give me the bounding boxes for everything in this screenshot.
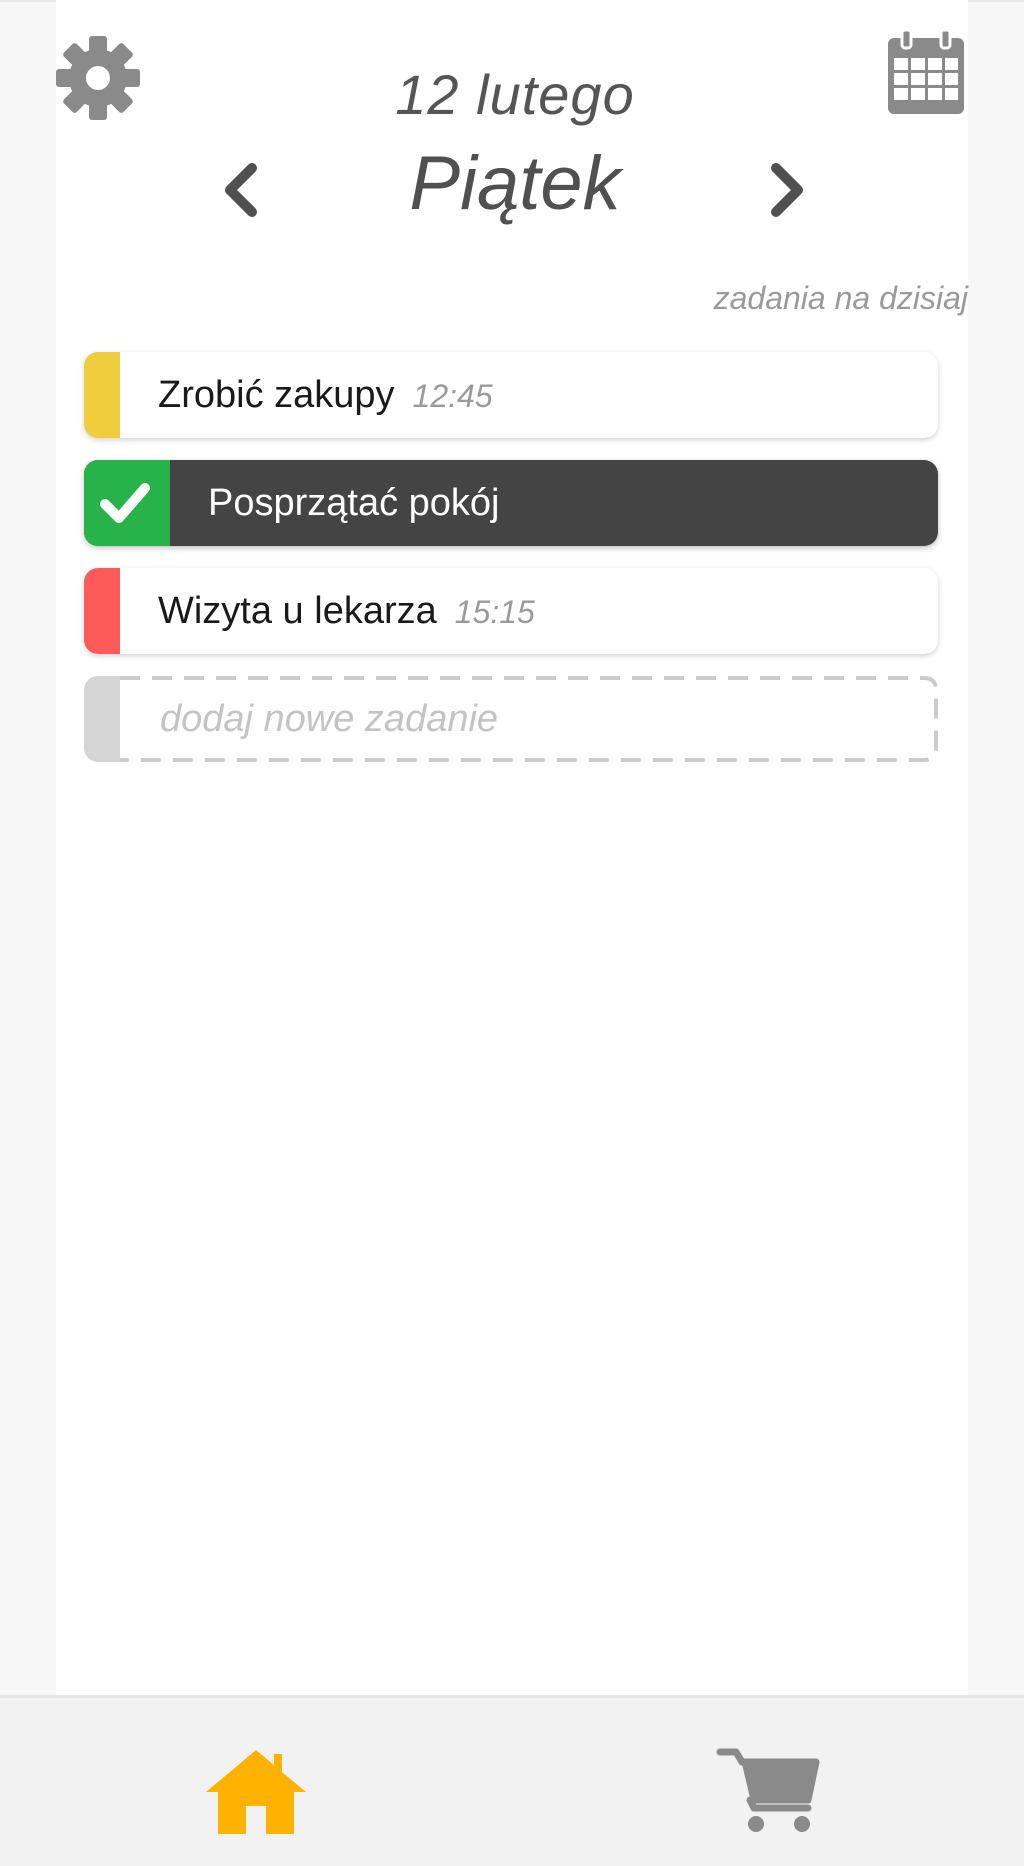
- task-title: Posprzątać pokój: [208, 482, 500, 524]
- task-item[interactable]: Zrobić zakupy 12:45: [84, 352, 938, 438]
- task-title: Wizyta u lekarza: [158, 590, 437, 632]
- add-task-button[interactable]: dodaj nowe zadanie: [84, 676, 938, 762]
- task-time: 12:45: [412, 378, 493, 414]
- task-title-row: Posprzątać pokój: [208, 482, 500, 525]
- gear-icon: [56, 36, 140, 120]
- task-color-stripe: [84, 568, 120, 654]
- home-tab[interactable]: [202, 1746, 310, 1836]
- task-done-stripe: [84, 460, 170, 546]
- bottom-navigation: [0, 1695, 1024, 1866]
- cart-icon: [716, 1748, 820, 1832]
- task-title-row: Zrobić zakupy 12:45: [158, 374, 493, 417]
- calendar-button[interactable]: [884, 28, 968, 118]
- section-label: zadania na dzisiaj: [713, 280, 968, 316]
- calendar-icon: [888, 28, 964, 114]
- add-task-stripe: [84, 676, 120, 762]
- add-task-placeholder: dodaj nowe zadanie: [160, 698, 499, 740]
- home-icon: [206, 1750, 306, 1834]
- task-item-done[interactable]: Posprzątać pokój: [84, 460, 938, 546]
- app-screen: 12 lutego Piątek zadania na dzisiaj Zrob…: [0, 0, 1024, 1866]
- chevron-left-icon: [225, 163, 257, 217]
- day-label: Piątek: [409, 141, 621, 226]
- task-color-stripe: [84, 352, 120, 438]
- task-time: 15:15: [454, 594, 535, 630]
- check-icon: [100, 483, 150, 523]
- cart-tab[interactable]: [716, 1746, 824, 1836]
- previous-day-button[interactable]: [212, 160, 272, 220]
- chevron-right-icon: [771, 163, 803, 217]
- date-label: 12 lutego: [395, 63, 635, 126]
- task-title-row: Wizyta u lekarza 15:15: [158, 590, 535, 633]
- main-content-area: [56, 0, 968, 1695]
- task-title: Zrobić zakupy: [158, 374, 395, 416]
- task-item[interactable]: Wizyta u lekarza 15:15: [84, 568, 938, 654]
- settings-button[interactable]: [54, 34, 142, 122]
- next-day-button[interactable]: [756, 160, 816, 220]
